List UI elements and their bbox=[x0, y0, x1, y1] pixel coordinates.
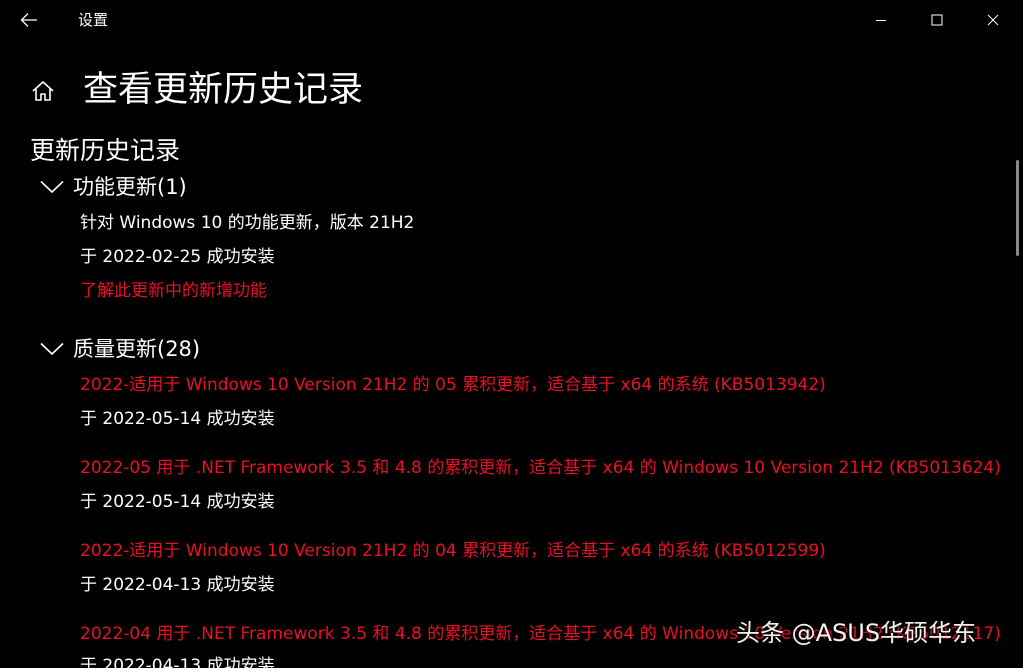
feature-updates-toggle[interactable]: 功能更新(1) bbox=[40, 172, 187, 202]
learn-more-link[interactable]: 了解此更新中的新增功能 bbox=[80, 280, 267, 302]
app-title: 设置 bbox=[78, 11, 109, 29]
watermark: 头条 @ASUS华硕华东 bbox=[736, 619, 977, 647]
quality-updates-toggle[interactable]: 质量更新(28) bbox=[40, 334, 200, 364]
section-title: 更新历史记录 bbox=[30, 136, 181, 165]
update-link[interactable]: 2022-05 用于 .NET Framework 3.5 和 4.8 的累积更… bbox=[80, 457, 1001, 479]
maximize-button[interactable] bbox=[914, 0, 960, 40]
update-status: 于 2022-05-14 成功安装 bbox=[80, 492, 275, 512]
back-arrow-icon bbox=[20, 13, 37, 27]
close-button[interactable] bbox=[970, 0, 1016, 40]
title-bar: 设置 bbox=[0, 0, 1023, 40]
home-button[interactable] bbox=[28, 76, 58, 106]
close-icon bbox=[987, 14, 999, 26]
maximize-icon bbox=[931, 14, 943, 26]
group-label: 功能更新(1) bbox=[73, 175, 187, 199]
update-link[interactable]: 2022-适用于 Windows 10 Version 21H2 的 05 累积… bbox=[80, 374, 826, 396]
update-status: 于 2022-05-14 成功安装 bbox=[80, 409, 275, 429]
chevron-down-icon bbox=[40, 180, 64, 194]
update-status: 于 2022-04-13 成功安装 bbox=[80, 575, 275, 595]
settings-window: 设置 查看更新历史记录 更新历史记录 功能更新(1) 针对 Windows 10… bbox=[0, 0, 1023, 668]
chevron-down-icon bbox=[40, 342, 64, 356]
update-status: 于 2022-04-13 成功安装 bbox=[80, 656, 275, 668]
update-link[interactable]: 2022-适用于 Windows 10 Version 21H2 的 04 累积… bbox=[80, 540, 826, 562]
back-button[interactable] bbox=[14, 6, 44, 34]
page-title: 查看更新历史记录 bbox=[83, 70, 364, 110]
home-icon bbox=[32, 81, 54, 101]
minimize-button[interactable] bbox=[858, 0, 904, 40]
scrollbar-thumb[interactable] bbox=[1016, 160, 1019, 256]
update-status: 于 2022-02-25 成功安装 bbox=[80, 247, 275, 267]
minimize-icon bbox=[876, 20, 886, 21]
group-label: 质量更新(28) bbox=[73, 337, 201, 361]
update-name: 针对 Windows 10 的功能更新，版本 21H2 bbox=[80, 213, 415, 233]
